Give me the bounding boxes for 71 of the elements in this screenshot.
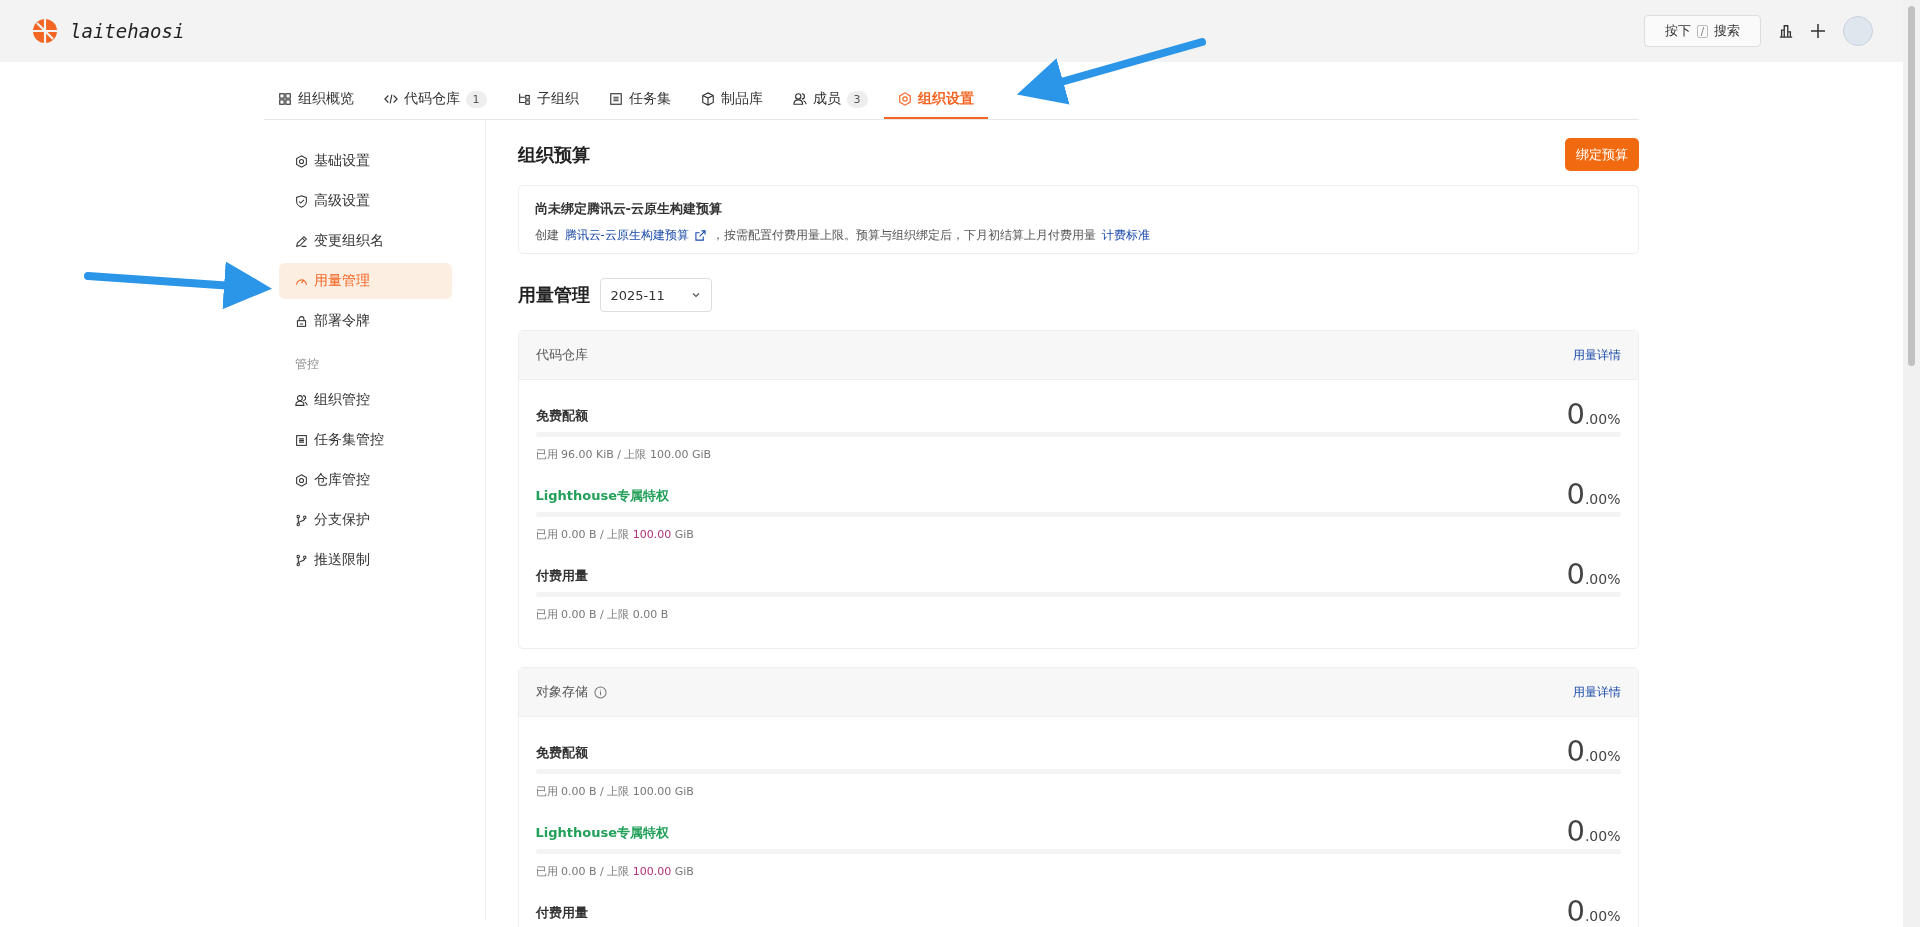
- quota-label: Lighthouse专属特权: [535, 487, 669, 505]
- info-icon[interactable]: [593, 685, 607, 699]
- month-select[interactable]: 2025-11: [599, 278, 712, 312]
- code-icon: [383, 92, 398, 106]
- usage-percent: 0.00%: [1566, 400, 1621, 429]
- plus-icon[interactable]: [1811, 24, 1825, 38]
- branch-icon: [294, 553, 308, 567]
- sidebar-item[interactable]: 部署令牌: [278, 303, 452, 339]
- gear-icon: [294, 473, 308, 487]
- sidebar-item[interactable]: 仓库管控: [278, 462, 452, 498]
- users-icon: [792, 92, 807, 106]
- lock-icon: [294, 314, 308, 328]
- quota-label: 付费用量: [535, 567, 588, 585]
- external-link-icon: [694, 230, 706, 241]
- pencil-icon: [294, 234, 308, 248]
- section-heading: 管控: [293, 356, 320, 373]
- tab[interactable]: 子组织: [502, 81, 593, 119]
- details-link[interactable]: 用量详情: [1572, 347, 1621, 363]
- card-title: 代码仓库: [535, 346, 588, 364]
- search-button[interactable]: 按下 / 搜索: [1643, 15, 1761, 47]
- count-badge: 3: [846, 90, 868, 108]
- usage-text: 已用 0.00 B / 上限 100.00 GiB: [535, 784, 695, 799]
- section-title: 组织预算: [517, 142, 590, 167]
- usage-text: 已用 0.00 B / 上限 0.00 B: [535, 607, 670, 622]
- usage-text: 已用 0.00 B / 上限 100.00 GiB: [535, 527, 695, 542]
- usage-percent: 0.00%: [1566, 560, 1621, 589]
- tab[interactable]: 代码仓库 1: [369, 81, 501, 119]
- count-badge: 1: [465, 90, 487, 108]
- details-link[interactable]: 用量详情: [1572, 684, 1621, 700]
- usage-text: 已用 96.00 KiB / 上限 100.00 GiB: [535, 447, 713, 462]
- grid-icon: [277, 92, 292, 106]
- notice-title: 尚未绑定腾讯云-云原生构建预算: [534, 200, 723, 218]
- pricing-link[interactable]: 计费标准: [1101, 228, 1150, 243]
- usage-percent: 0.00%: [1566, 817, 1621, 846]
- tab[interactable]: 制品库: [686, 81, 777, 119]
- tab[interactable]: 组织概览: [263, 81, 368, 119]
- tab[interactable]: 成员 3: [778, 81, 882, 119]
- chevron-down-icon: [690, 290, 701, 300]
- usage-percent: 0.00%: [1566, 737, 1621, 766]
- usage-text: 已用 0.00 B / 上限 100.00 GiB: [535, 864, 695, 879]
- budget-link[interactable]: 腾讯云-云原生构建预算: [564, 228, 689, 243]
- sidebar-item[interactable]: 分支保护: [278, 502, 452, 538]
- branch-icon: [294, 513, 308, 527]
- bar-chart-icon[interactable]: [1779, 24, 1793, 38]
- sidebar-item[interactable]: 高级设置: [278, 183, 452, 219]
- cube-icon: [700, 92, 715, 106]
- section-title: 用量管理: [517, 283, 590, 307]
- list-icon: [608, 92, 623, 106]
- notice-text: ，按需配置付费用量上限。预算与组织绑定后，下月初结算上月付费用量: [711, 228, 1096, 243]
- sidebar-item[interactable]: 组织管控: [278, 382, 452, 418]
- quota-label: 免费配额: [535, 407, 588, 425]
- shield-icon: [294, 194, 308, 208]
- quota-label: 免费配额: [535, 744, 588, 762]
- notice-text: 创建: [534, 228, 559, 243]
- logo-text: laitehaosi: [70, 20, 185, 42]
- card-title: 对象存储: [535, 683, 588, 701]
- sidebar-item[interactable]: 推送限制: [278, 542, 452, 578]
- list-icon: [294, 433, 308, 447]
- usage-percent: 0.00%: [1566, 897, 1621, 926]
- tab[interactable]: 任务集: [594, 81, 685, 119]
- gear-icon: [897, 92, 912, 106]
- logo-icon: [32, 18, 58, 44]
- usage-percent: 0.00%: [1566, 480, 1621, 509]
- sidebar-item[interactable]: 基础设置: [278, 143, 452, 179]
- sidebar-item[interactable]: 变更组织名: [278, 223, 452, 259]
- users-icon: [294, 393, 308, 407]
- hierarchy-icon: [516, 92, 531, 106]
- quota-label: 付费用量: [535, 904, 588, 922]
- gear-icon: [294, 154, 308, 168]
- sidebar-item[interactable]: 任务集管控: [278, 422, 452, 458]
- quota-label: Lighthouse专属特权: [535, 824, 669, 842]
